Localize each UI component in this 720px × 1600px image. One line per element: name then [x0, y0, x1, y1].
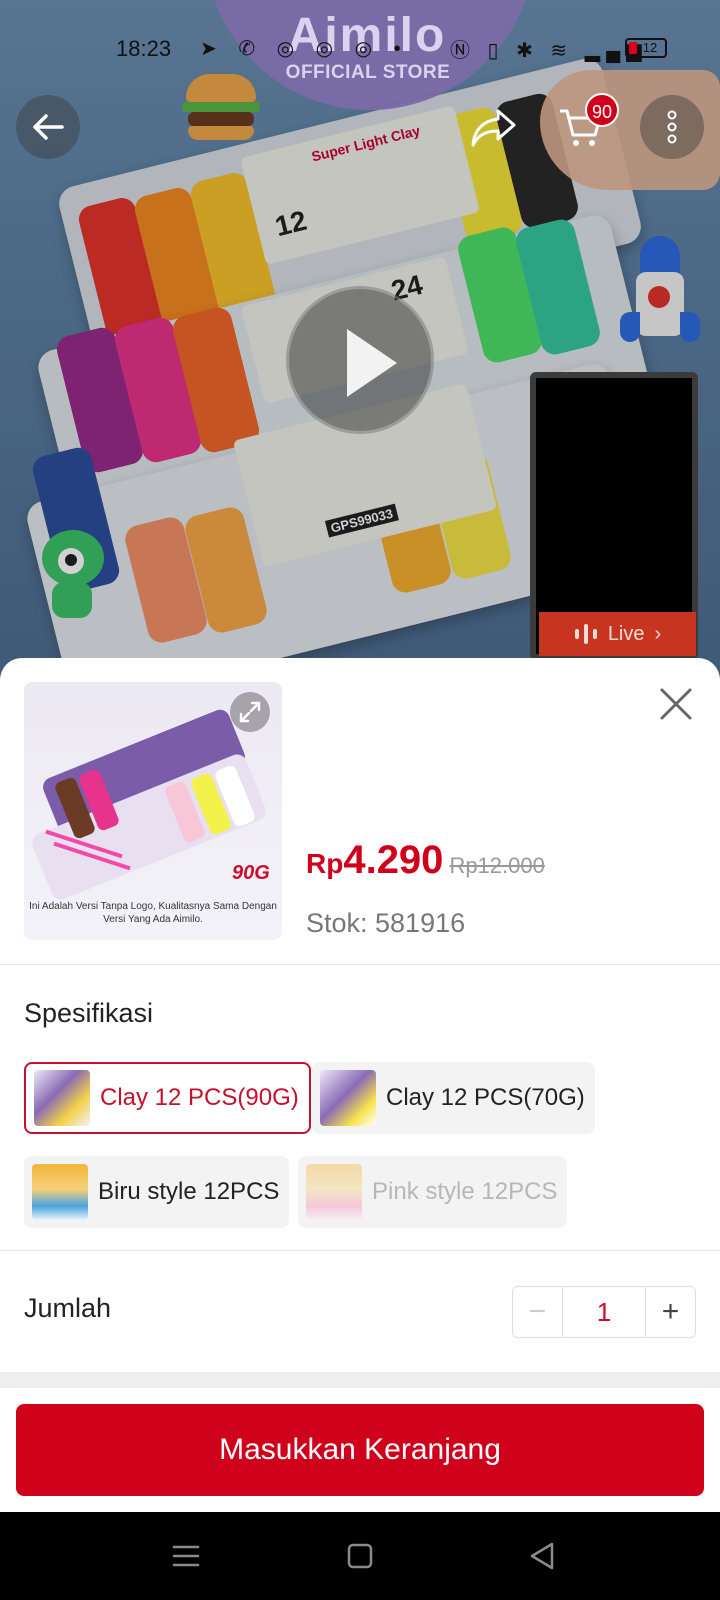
- original-price: Rp12.000: [449, 853, 545, 878]
- quantity-value[interactable]: 1: [563, 1287, 645, 1337]
- back-button[interactable]: [16, 95, 80, 159]
- variant-label: Pink style 12PCS: [372, 1178, 558, 1205]
- more-vertical-icon: [667, 110, 677, 144]
- divider: [0, 1250, 720, 1251]
- system-navigation-bar: [0, 1512, 720, 1600]
- stock-text: Stok: 581916: [306, 908, 466, 938]
- menu-icon[interactable]: [164, 1534, 208, 1578]
- product-media[interactable]: Super Light Clay 12 24 GPS99033 Aimilo O…: [0, 0, 720, 680]
- back-triangle-icon[interactable]: [520, 1534, 564, 1578]
- variant-label: Biru style 12PCS: [98, 1178, 280, 1205]
- chevron-right-icon: ›: [654, 622, 662, 645]
- share-icon: [471, 109, 516, 147]
- variant-option-biru-style[interactable]: Biru style 12PCS: [24, 1156, 290, 1228]
- back-arrow-icon: [33, 114, 64, 140]
- variant-thumb: [320, 1070, 376, 1126]
- price-currency: Rp: [306, 848, 344, 879]
- play-video-button[interactable]: [286, 286, 434, 434]
- variant-label: Clay 12 PCS(90G): [100, 1084, 299, 1111]
- live-button[interactable]: Live ›: [539, 612, 696, 656]
- variant-option-clay-90g[interactable]: Clay 12 PCS(90G): [24, 1062, 311, 1134]
- live-audio-icon: [574, 624, 597, 644]
- live-label: Live: [607, 622, 645, 645]
- system-icons: Ⓝ ▯ ✱ ≋ ▂▄▆: [450, 40, 648, 62]
- variant-thumb: [306, 1164, 362, 1220]
- thumbnail-caption: Ini Adalah Versi Tanpa Logo, Kualitasnya…: [29, 901, 277, 925]
- quantity-label: Jumlah: [24, 1293, 112, 1323]
- share-button[interactable]: [462, 95, 526, 159]
- status-bar: 18:23 ➤ ✆ ◎ ◎ ◎ • Ⓝ ▯ ✱ ≋ ▂▄▆ 12: [0, 28, 720, 68]
- spec-title: Spesifikasi: [24, 998, 154, 1028]
- close-button[interactable]: [654, 682, 698, 726]
- cart-count-badge: 90: [585, 93, 619, 127]
- variant-option-clay-70g[interactable]: Clay 12 PCS(70G): [312, 1062, 595, 1134]
- price-value: 4.290: [343, 838, 444, 882]
- variant-thumb: [34, 1070, 90, 1126]
- variant-option-pink-style[interactable]: Pink style 12PCS: [298, 1156, 568, 1228]
- section-separator: [0, 1372, 720, 1388]
- more-options-button[interactable]: [640, 95, 704, 159]
- decrease-quantity-button[interactable]: −: [513, 1287, 563, 1337]
- notification-icons: ➤ ✆ ◎ ◎ ◎ •: [200, 38, 409, 60]
- variant-thumbnail[interactable]: 90G Ini Adalah Versi Tanpa Logo, Kualita…: [24, 682, 282, 940]
- add-to-cart-button[interactable]: Masukkan Keranjang: [16, 1404, 704, 1496]
- home-icon[interactable]: [338, 1534, 382, 1578]
- quantity-stepper: − 1 +: [512, 1286, 696, 1338]
- thumbnail-weight: 90G: [232, 862, 270, 884]
- battery-icon: 12: [625, 38, 667, 58]
- battery-level: 12: [642, 40, 658, 55]
- increase-quantity-button[interactable]: +: [645, 1287, 695, 1337]
- close-icon: [660, 688, 692, 720]
- variant-thumb: [32, 1164, 88, 1220]
- expand-icon[interactable]: [230, 692, 270, 732]
- price-row: Rp4.290 Rp12.000: [306, 838, 545, 883]
- status-time: 18:23: [116, 36, 172, 61]
- variant-label: Clay 12 PCS(70G): [386, 1084, 585, 1111]
- divider: [0, 964, 720, 965]
